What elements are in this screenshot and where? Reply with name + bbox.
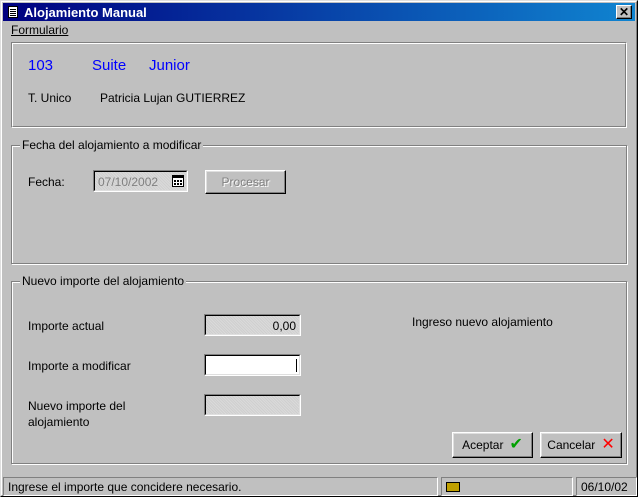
text-caret [296, 359, 297, 372]
close-x-icon: ✕ [601, 436, 615, 453]
process-button[interactable]: Procesar [205, 170, 286, 194]
status-message: Ingrese el importe que concidere necesar… [3, 477, 438, 496]
form-icon [6, 5, 20, 19]
date-value: 07/10/2002 [98, 175, 159, 189]
date-groupbox: Fecha del alojamiento a modificar Fecha:… [11, 138, 627, 264]
date-picker[interactable]: 07/10/2002 [93, 170, 188, 192]
tariff-label: T. Unico [28, 91, 72, 105]
status-date: 06/10/02 [576, 477, 637, 496]
menu-bar: Formulario [11, 23, 68, 39]
keyboard-icon [446, 482, 460, 492]
modify-amount-input[interactable] [204, 354, 301, 376]
info-text: Ingreso nuevo alojamiento [412, 315, 553, 329]
room-type-junior: Junior [149, 57, 190, 74]
room-number: 103 [28, 57, 54, 74]
current-amount-label: Importe actual [28, 319, 105, 333]
status-icon-cell [441, 477, 573, 496]
date-group-title: Fecha del alojamiento a modificar [20, 138, 204, 152]
accept-button[interactable]: Aceptar ✔ [452, 432, 533, 458]
current-amount-value: 0,00 [272, 319, 296, 333]
room-type-suite: Suite [92, 57, 127, 74]
status-bar: Ingrese el importe que concidere necesar… [3, 477, 637, 496]
new-amount-label-line2: alojamiento [28, 415, 90, 429]
amount-groupbox: Nuevo importe del alojamiento Importe ac… [11, 274, 627, 464]
checkmark-icon: ✔ [509, 436, 523, 453]
close-button[interactable]: ✕ [616, 5, 632, 19]
cancel-button[interactable]: Cancelar ✕ [540, 432, 622, 458]
window: Alojamiento Manual ✕ Formulario 103 Suit… [0, 0, 638, 497]
date-label: Fecha: [28, 175, 65, 189]
menu-formulario[interactable]: Formulario [11, 23, 68, 37]
new-amount-field [204, 394, 301, 416]
calendar-icon[interactable] [171, 173, 185, 189]
current-amount-field: 0,00 [204, 314, 301, 336]
guest-info-panel: 103 Suite Junior T. Unico Patricia Lujan… [11, 42, 627, 128]
new-amount-label-line1: Nuevo importe del [28, 399, 126, 413]
guest-name: Patricia Lujan GUTIERREZ [100, 91, 246, 105]
title-bar[interactable]: Alojamiento Manual ✕ [3, 3, 635, 21]
amount-group-title: Nuevo importe del alojamiento [20, 274, 187, 288]
modify-amount-label: Importe a modificar [28, 359, 131, 373]
window-title: Alojamiento Manual [24, 4, 147, 20]
